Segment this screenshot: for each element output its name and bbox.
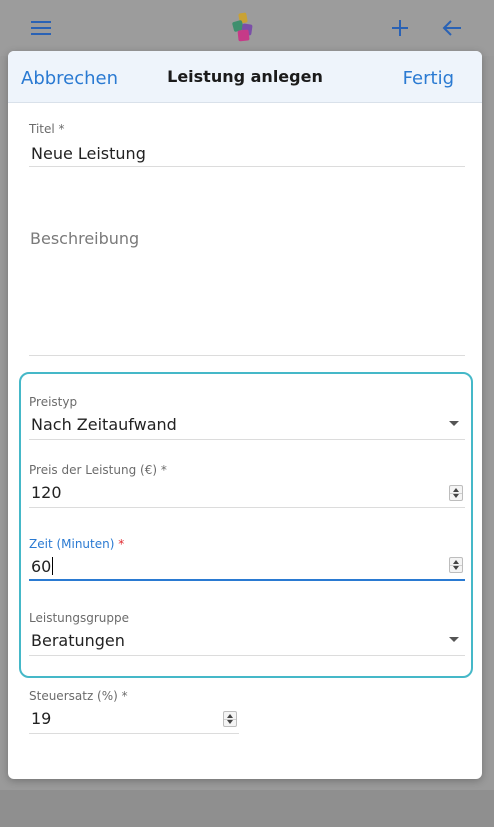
stepper-up-icon[interactable] <box>453 560 459 564</box>
dialog-header: Abbrechen Leistung anlegen Fertig <box>8 51 482 103</box>
time-field[interactable]: Zeit (Minuten) * 60 <box>29 537 465 583</box>
service-group-value[interactable]: Beratungen <box>31 631 125 650</box>
price-type-underline <box>29 439 465 440</box>
price-type-select[interactable]: Preistyp Nach Zeitaufwand <box>29 395 465 441</box>
app-logo <box>230 12 256 44</box>
chevron-down-icon[interactable] <box>449 421 459 426</box>
service-group-label: Leistungsgruppe <box>29 611 130 625</box>
text-cursor <box>52 557 54 575</box>
tax-rate-input[interactable]: 19 <box>31 709 51 728</box>
title-field[interactable]: Titel * Neue Leistung <box>29 122 465 168</box>
price-type-value[interactable]: Nach Zeitaufwand <box>31 415 177 434</box>
tax-rate-label: Steuersatz (%) * <box>29 689 128 703</box>
stepper-up-icon[interactable] <box>453 488 459 492</box>
time-input[interactable]: 60 <box>31 557 54 576</box>
price-underline <box>29 507 465 508</box>
description-textarea[interactable]: Beschreibung <box>30 229 139 248</box>
stepper-down-icon[interactable] <box>453 566 459 570</box>
stepper-down-icon[interactable] <box>453 494 459 498</box>
price-label: Preis der Leistung (€) * <box>29 463 167 477</box>
price-field[interactable]: Preis der Leistung (€) * 120 <box>29 463 465 509</box>
hamburger-menu-icon[interactable] <box>27 14 55 42</box>
done-button[interactable]: Fertig <box>403 68 454 89</box>
time-underline-active <box>29 579 465 581</box>
price-stepper[interactable] <box>449 485 463 501</box>
app-bar <box>0 0 494 56</box>
time-stepper[interactable] <box>449 557 463 573</box>
description-underline <box>29 355 465 356</box>
price-input[interactable]: 120 <box>31 483 62 502</box>
service-group-select[interactable]: Leistungsgruppe Beratungen <box>29 611 465 657</box>
chevron-down-icon[interactable] <box>449 637 459 642</box>
tax-rate-underline <box>29 733 239 734</box>
stepper-down-icon[interactable] <box>227 720 233 724</box>
title-label: Titel * <box>29 122 65 136</box>
title-underline <box>29 166 465 167</box>
title-input[interactable]: Neue Leistung <box>31 144 146 163</box>
tax-rate-field[interactable]: Steuersatz (%) * 19 <box>29 689 239 735</box>
service-group-underline <box>29 655 465 656</box>
time-label: Zeit (Minuten) * <box>29 537 125 551</box>
description-field[interactable]: Beschreibung <box>29 221 465 356</box>
tax-rate-stepper[interactable] <box>223 711 237 727</box>
stepper-up-icon[interactable] <box>227 714 233 718</box>
plus-icon[interactable] <box>386 14 414 42</box>
price-type-label: Preistyp <box>29 395 78 409</box>
arrow-left-icon[interactable] <box>438 14 466 42</box>
create-service-dialog: Abbrechen Leistung anlegen Fertig Titel … <box>8 51 482 779</box>
backdrop-footer <box>0 790 494 827</box>
